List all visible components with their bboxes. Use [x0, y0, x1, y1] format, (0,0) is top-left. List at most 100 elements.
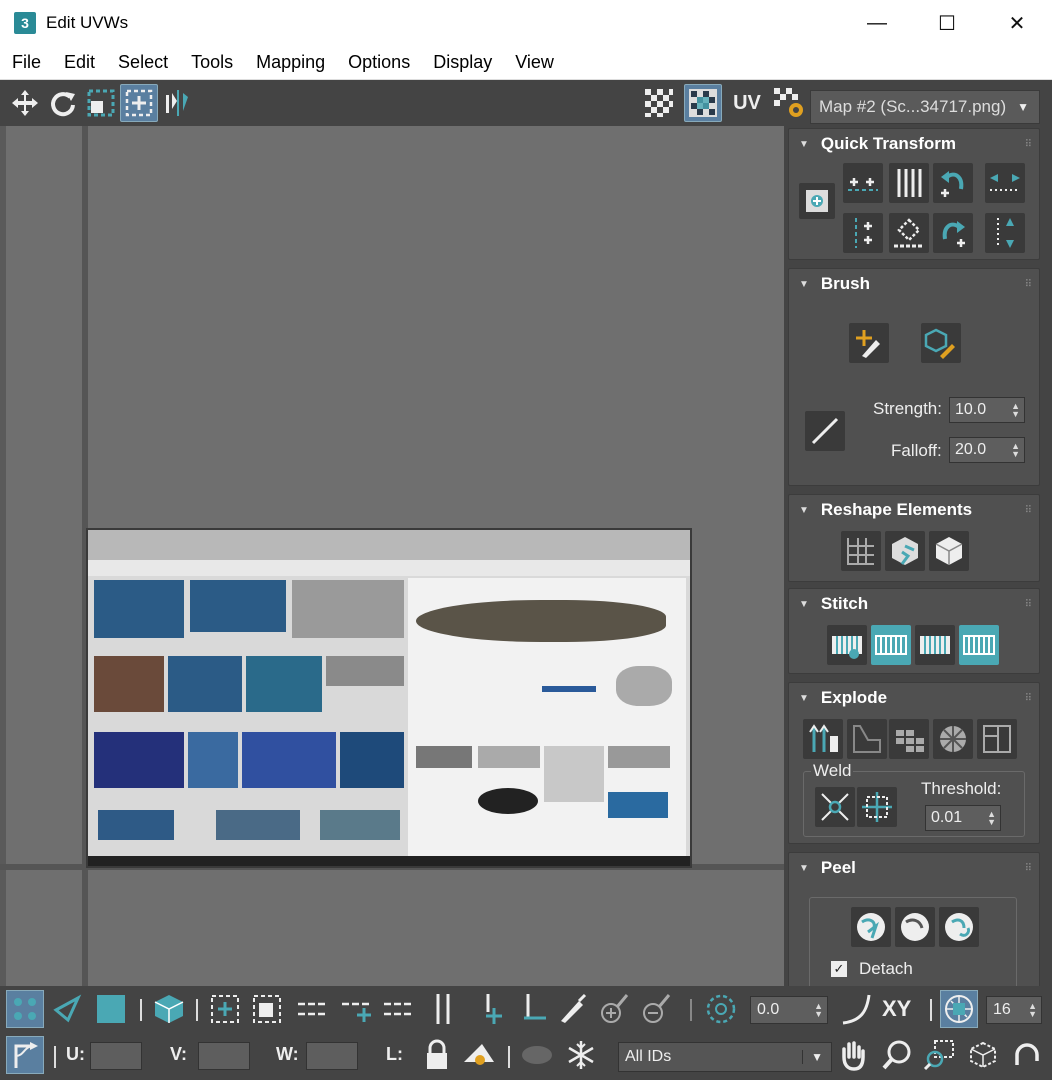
threshold-spinner[interactable]: 0.01 ▲ ▼ — [925, 805, 1001, 831]
freeze-selected-icon[interactable] — [562, 1036, 600, 1074]
space-horizontal-icon[interactable] — [889, 163, 929, 203]
strength-spinner[interactable]: 10.0 ▲ ▼ — [949, 397, 1025, 423]
quick-transform-header[interactable]: ▼ Quick Transform — [789, 129, 1039, 159]
minimize-button[interactable]: — — [842, 0, 912, 46]
paint-select-icon[interactable] — [554, 990, 592, 1028]
relax-brush-icon[interactable] — [921, 323, 961, 363]
menu-file[interactable]: File — [0, 52, 52, 73]
menu-edit[interactable]: Edit — [52, 52, 106, 73]
rotate-cw-icon[interactable] — [933, 213, 973, 253]
straighten-selection-icon[interactable] — [841, 531, 881, 571]
spinner-arrows-icon[interactable]: ▲ ▼ — [814, 1002, 823, 1019]
shrink-selection-icon[interactable] — [248, 990, 286, 1028]
close-button[interactable]: ✕ — [982, 0, 1052, 46]
unhide-all-icon[interactable] — [518, 1036, 556, 1074]
pan-hand-icon[interactable] — [834, 1036, 872, 1074]
menu-tools[interactable]: Tools — [179, 52, 244, 73]
paint-move-brush-icon[interactable] — [849, 323, 889, 363]
drag-grip-icon[interactable]: ⠿ — [1025, 693, 1032, 704]
material-id-dropdown[interactable]: All IDs ▼ — [618, 1042, 832, 1072]
spinner-arrows-icon[interactable]: ▲ ▼ — [1011, 402, 1020, 419]
stitch-to-source-icon[interactable] — [915, 625, 955, 665]
xy-coordinate-label[interactable]: XY — [882, 996, 911, 1022]
ring-icon[interactable] — [424, 990, 462, 1028]
shrink-loop-icon[interactable] — [380, 990, 418, 1028]
mirror-icon[interactable] — [158, 84, 196, 122]
relax-icon[interactable] — [929, 531, 969, 571]
move-icon[interactable] — [6, 84, 44, 122]
rotate-ccw-icon[interactable] — [933, 163, 973, 203]
brush-falloff-curve-icon[interactable] — [805, 411, 845, 451]
face-mode-icon[interactable] — [92, 990, 130, 1028]
grow-ring-icon[interactable] — [470, 990, 508, 1028]
target-weld-icon[interactable] — [857, 787, 897, 827]
align-vertical-icon[interactable] — [843, 213, 883, 253]
element-mode-icon[interactable] — [150, 990, 188, 1028]
flatten-by-polygon-angle-icon[interactable] — [847, 719, 887, 759]
drag-grip-icon[interactable]: ⠿ — [1025, 863, 1032, 874]
spinner-arrows-icon[interactable]: ▲ ▼ — [987, 810, 996, 827]
v-coordinate-field[interactable] — [198, 1042, 250, 1070]
break-icon[interactable] — [803, 719, 843, 759]
reset-peel-icon[interactable] — [939, 907, 979, 947]
spinner-arrows-icon[interactable]: ▲ ▼ — [1011, 442, 1020, 459]
detach-checkbox[interactable]: ✓ — [831, 961, 847, 977]
menu-display[interactable]: Display — [421, 52, 503, 73]
weld-selected-icon[interactable] — [815, 787, 855, 827]
stitch-average-icon[interactable] — [871, 625, 911, 665]
falloff-curve-icon[interactable] — [838, 990, 876, 1028]
align-to-edge-icon[interactable] — [889, 213, 929, 253]
texture-map-dropdown[interactable]: Map #2 (Sc...34717.png) ▼ — [810, 90, 1040, 124]
space-left-right-icon[interactable] — [985, 163, 1025, 203]
rotate-icon[interactable] — [44, 84, 82, 122]
drag-grip-icon[interactable]: ⠿ — [1025, 139, 1032, 150]
reshape-elements-header[interactable]: ▼ Reshape Elements — [789, 495, 1039, 525]
show-map-icon[interactable] — [684, 84, 722, 122]
edge-mode-icon[interactable] — [48, 990, 86, 1028]
vertex-mode-icon[interactable] — [6, 990, 44, 1028]
brush-header[interactable]: ▼ Brush — [789, 269, 1039, 299]
u-coordinate-field[interactable] — [90, 1042, 142, 1070]
lock-selected-icon[interactable] — [418, 1036, 456, 1074]
falloff-spinner[interactable]: 20.0 ▲ ▼ — [949, 437, 1025, 463]
map-settings-icon[interactable] — [770, 84, 808, 122]
undo-curve-icon[interactable] — [1008, 1036, 1046, 1074]
drag-grip-icon[interactable]: ⠿ — [1025, 505, 1032, 516]
enlarge-brush-icon[interactable] — [596, 990, 634, 1028]
quick-peel-icon[interactable] — [851, 907, 891, 947]
shrink-ring-icon[interactable] — [514, 990, 552, 1028]
zoom-extents-icon[interactable] — [964, 1036, 1002, 1074]
w-coordinate-field[interactable] — [306, 1042, 358, 1070]
relax-until-flat-icon[interactable] — [885, 531, 925, 571]
freeform-mode-icon[interactable] — [120, 84, 158, 122]
space-top-bottom-icon[interactable] — [985, 213, 1025, 253]
loop-icon[interactable] — [294, 990, 332, 1028]
stitch-header[interactable]: ▼ Stitch — [789, 589, 1039, 619]
grid-size-field[interactable]: 16 ▲ ▼ — [986, 996, 1042, 1024]
align-horizontal-icon[interactable] — [843, 163, 883, 203]
grid-snap-icon[interactable] — [940, 990, 978, 1028]
grow-selection-icon[interactable] — [206, 990, 244, 1028]
checker-pattern-icon[interactable] — [640, 84, 678, 122]
scale-icon[interactable] — [82, 84, 120, 122]
quick-transform-pivot-icon[interactable] — [799, 183, 835, 219]
stitch-to-target-icon[interactable] — [827, 625, 867, 665]
menu-select[interactable]: Select — [106, 52, 179, 73]
flatten-by-material-id-icon[interactable] — [933, 719, 973, 759]
menu-view[interactable]: View — [503, 52, 565, 73]
maximize-button[interactable]: ☐ — [912, 0, 982, 46]
drag-grip-icon[interactable]: ⠿ — [1025, 599, 1032, 610]
uv-editor-viewport[interactable] — [0, 126, 784, 986]
spinner-arrows-icon[interactable]: ▲ ▼ — [1028, 1002, 1037, 1019]
peel-mode-icon[interactable] — [895, 907, 935, 947]
explode-header[interactable]: ▼ Explode — [789, 683, 1039, 713]
flatten-by-smoothing-groups-icon[interactable] — [889, 719, 929, 759]
menu-options[interactable]: Options — [336, 52, 421, 73]
grow-loop-icon[interactable] — [338, 990, 376, 1028]
drag-grip-icon[interactable]: ⠿ — [1025, 279, 1032, 290]
soft-selection-icon[interactable] — [702, 990, 740, 1028]
peel-header[interactable]: ▼ Peel — [789, 853, 1039, 883]
absolute-relative-mode-icon[interactable] — [6, 1036, 44, 1074]
shrink-brush-icon[interactable] — [638, 990, 676, 1028]
hide-selected-icon[interactable] — [460, 1036, 498, 1074]
